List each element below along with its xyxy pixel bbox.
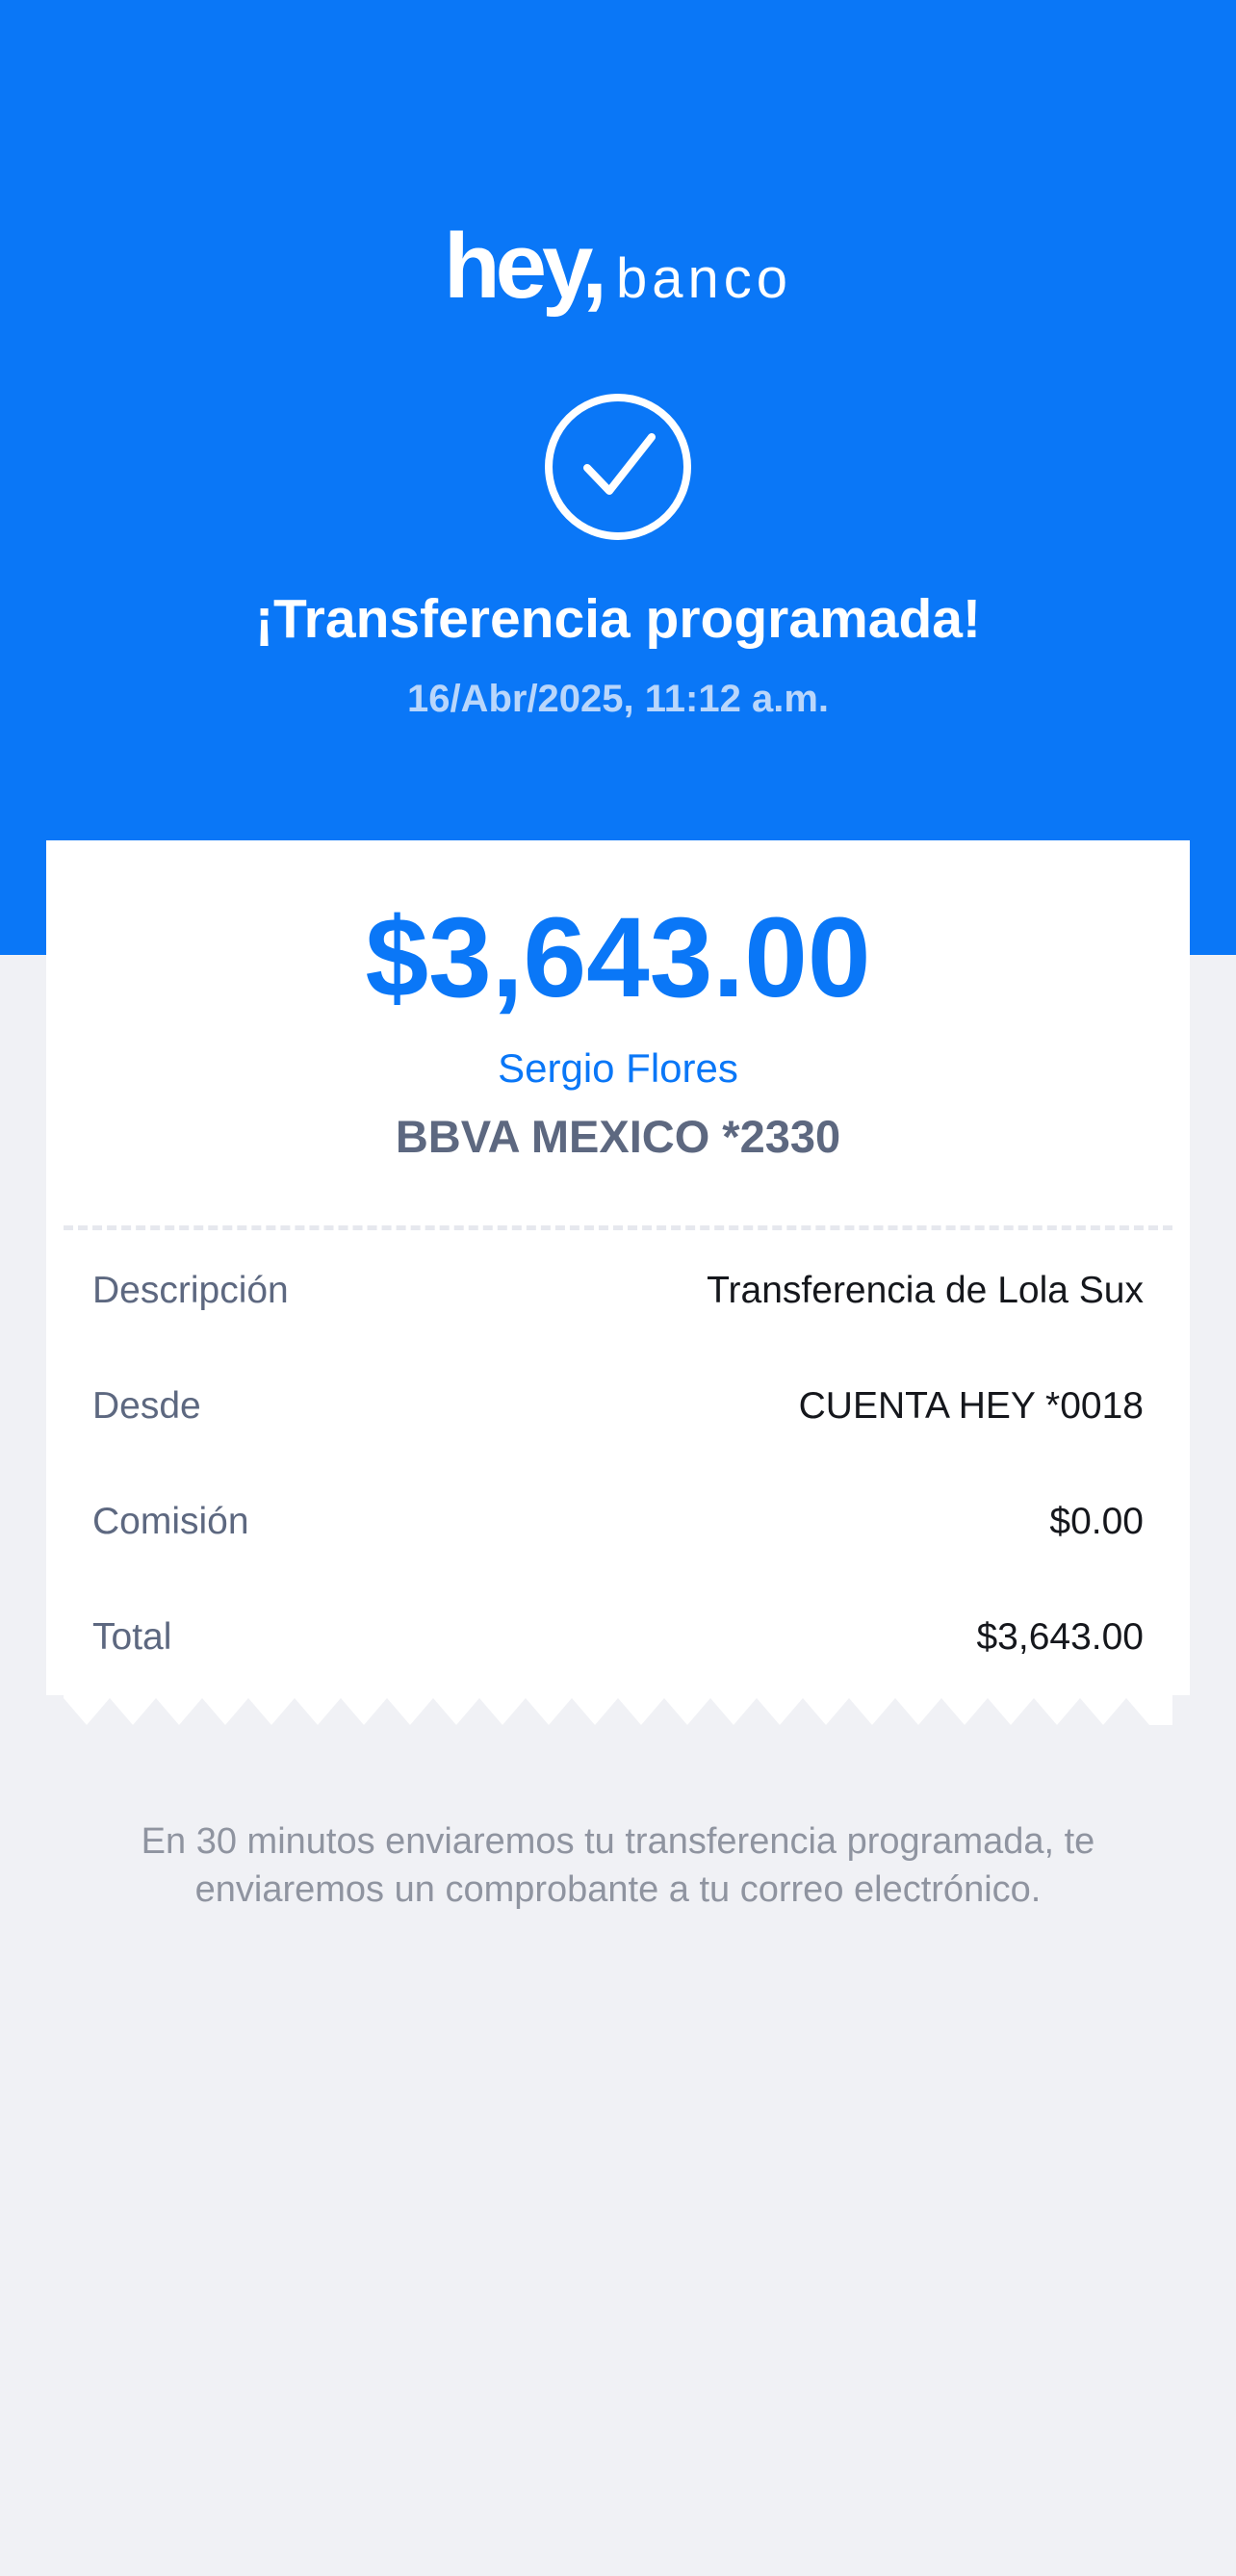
footer-note: En 30 minutos enviaremos tu transferenci… xyxy=(141,1821,1095,1910)
detail-label: Descripción xyxy=(92,1270,289,1311)
transfer-datetime: 16/Abr/2025, 11:12 a.m. xyxy=(406,678,830,720)
detail-label: Desde xyxy=(92,1385,201,1427)
recipient-name: Sergio Flores xyxy=(498,1045,738,1091)
detail-row-commission: Comisión $0.00 xyxy=(92,1493,1144,1551)
logo-suffix: banco xyxy=(615,247,792,310)
transfer-amount: $3,643.00 xyxy=(365,894,871,1021)
checkmark-circle-icon xyxy=(545,394,691,540)
logo-wordmark: hey, xyxy=(444,215,607,318)
detail-value: CUENTA HEY *0018 xyxy=(798,1385,1144,1427)
header-banner: hey, banco ¡Transferencia programada! 16/… xyxy=(0,0,1236,955)
hey-banco-logo: hey, banco xyxy=(0,214,1236,320)
status-title: ¡Transferencia programada! xyxy=(255,588,981,650)
detail-label: Total xyxy=(92,1616,172,1658)
detail-value: $3,643.00 xyxy=(976,1616,1144,1658)
detail-row-from: Desde CUENTA HEY *0018 xyxy=(92,1378,1144,1435)
detail-value: Transferencia de Lola Sux xyxy=(707,1270,1144,1311)
receipt-card: $3,643.00 Sergio Flores BBVA MEXICO *233… xyxy=(46,840,1190,1695)
receipt-torn-edge xyxy=(64,1694,1172,1725)
dashed-divider xyxy=(64,1225,1172,1230)
recipient-account: BBVA MEXICO *2330 xyxy=(395,1111,841,1162)
detail-row-description: Descripción Transferencia de Lola Sux xyxy=(92,1262,1144,1320)
detail-label: Comisión xyxy=(92,1501,249,1542)
detail-value: $0.00 xyxy=(1049,1501,1144,1542)
detail-row-total: Total $3,643.00 xyxy=(92,1609,1144,1666)
